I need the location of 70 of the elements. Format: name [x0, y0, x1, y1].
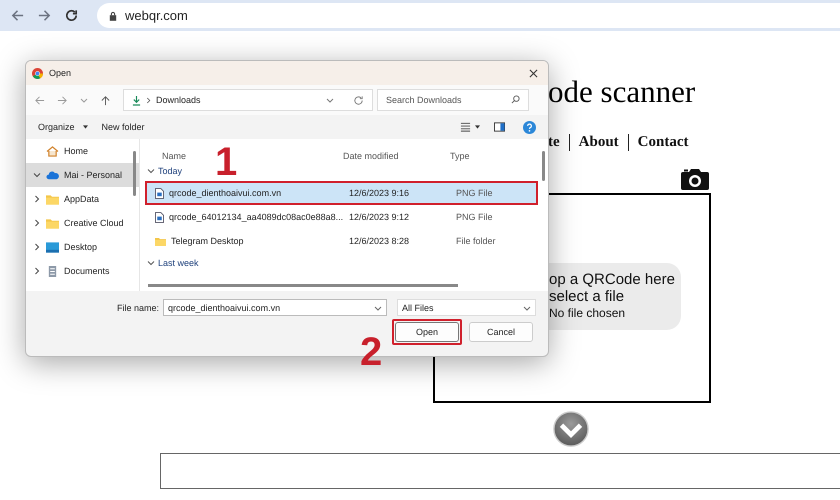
back-icon[interactable] — [10, 8, 25, 23]
group-header[interactable]: Today — [145, 161, 182, 181]
reload-icon[interactable] — [64, 8, 79, 23]
document-icon — [46, 266, 59, 276]
back-icon[interactable] — [34, 94, 45, 106]
chevron-right-icon[interactable] — [33, 267, 41, 275]
forward-icon[interactable] — [57, 94, 68, 106]
help-icon[interactable] — [523, 120, 536, 134]
folder-icon — [155, 236, 166, 246]
drop-prompt: select a file — [549, 288, 626, 305]
chevron-down-icon — [147, 167, 155, 175]
sidebar-item[interactable]: Documents — [26, 259, 139, 283]
home-icon — [46, 146, 59, 156]
chevron-right-icon[interactable] — [33, 243, 41, 251]
column-header[interactable]: Type — [450, 151, 548, 161]
column-header[interactable]: Date modified — [343, 151, 450, 161]
nav-link[interactable]: Contact — [638, 134, 688, 151]
image-file-icon — [155, 212, 164, 222]
chevron-right-icon — [146, 96, 151, 104]
group-header[interactable]: Last week — [145, 253, 199, 273]
nav-link[interactable]: te — [548, 134, 560, 151]
address-bar[interactable]: webqr.com — [97, 3, 840, 28]
up-arrow-icon[interactable] — [100, 94, 111, 106]
sidebar-item[interactable]: Mai - Personal — [26, 163, 139, 187]
toolbar-button[interactable]: Organize — [38, 122, 75, 132]
close-icon[interactable] — [529, 68, 538, 78]
caret-icon[interactable] — [475, 125, 480, 129]
toolbar-button[interactable]: New folder — [102, 122, 145, 132]
dialog-title: Open — [49, 68, 72, 78]
chevron-down-icon — [147, 259, 155, 267]
desktop-icon — [46, 242, 59, 252]
cancel-button[interactable]: Cancel — [469, 322, 533, 342]
step-number: 2 — [360, 332, 382, 372]
preview-pane-icon[interactable] — [494, 122, 505, 132]
image-file-icon — [155, 188, 164, 198]
file-status: No file chosen — [549, 306, 626, 320]
file-name-field[interactable]: qrcode_dienthoaivui.com.vn — [163, 299, 387, 316]
nav-link[interactable]: About — [578, 134, 619, 151]
file-type-dropdown[interactable]: All Files — [397, 299, 536, 316]
view-list-icon[interactable] — [460, 122, 471, 132]
browser-logo-icon — [32, 68, 43, 78]
forward-icon[interactable] — [37, 8, 52, 23]
sidebar-item[interactable]: Creative Cloud — [26, 211, 139, 235]
field-label: File name: — [116, 302, 159, 312]
chevron-right-icon[interactable] — [33, 219, 41, 227]
result-field[interactable] — [160, 453, 840, 489]
search-icon — [511, 95, 520, 104]
chevron-down-icon[interactable] — [552, 410, 590, 448]
camera-icon[interactable] — [680, 167, 710, 191]
cloud-icon — [46, 170, 59, 180]
drop-prompt: op a QRCode here — [549, 271, 676, 288]
open-button[interactable]: Open — [395, 322, 459, 342]
chevron-down-icon[interactable] — [33, 171, 41, 179]
caret-icon[interactable] — [82, 125, 88, 129]
page-title: ode scanner — [548, 74, 696, 110]
search-field[interactable]: Search Downloads — [377, 89, 529, 111]
download-icon — [132, 94, 141, 106]
sidebar-item[interactable]: AppData — [26, 187, 139, 211]
caret-icon[interactable] — [374, 304, 382, 312]
caret-icon[interactable] — [523, 304, 531, 312]
sidebar-item[interactable]: Home — [26, 139, 139, 163]
step-number: 1 — [215, 142, 238, 182]
refresh-icon[interactable] — [353, 94, 364, 106]
sidebar-item[interactable]: Desktop — [26, 235, 139, 259]
chevron-right-icon[interactable] — [33, 195, 41, 203]
path-field[interactable]: Downloads — [123, 89, 373, 111]
lock-icon — [109, 10, 117, 20]
folder-icon — [46, 218, 59, 228]
file-row[interactable]: qrcode_dienthoaivui.com.vn 12/6/2023 9:16 PNG File — [145, 181, 538, 205]
folder-icon — [46, 194, 59, 204]
